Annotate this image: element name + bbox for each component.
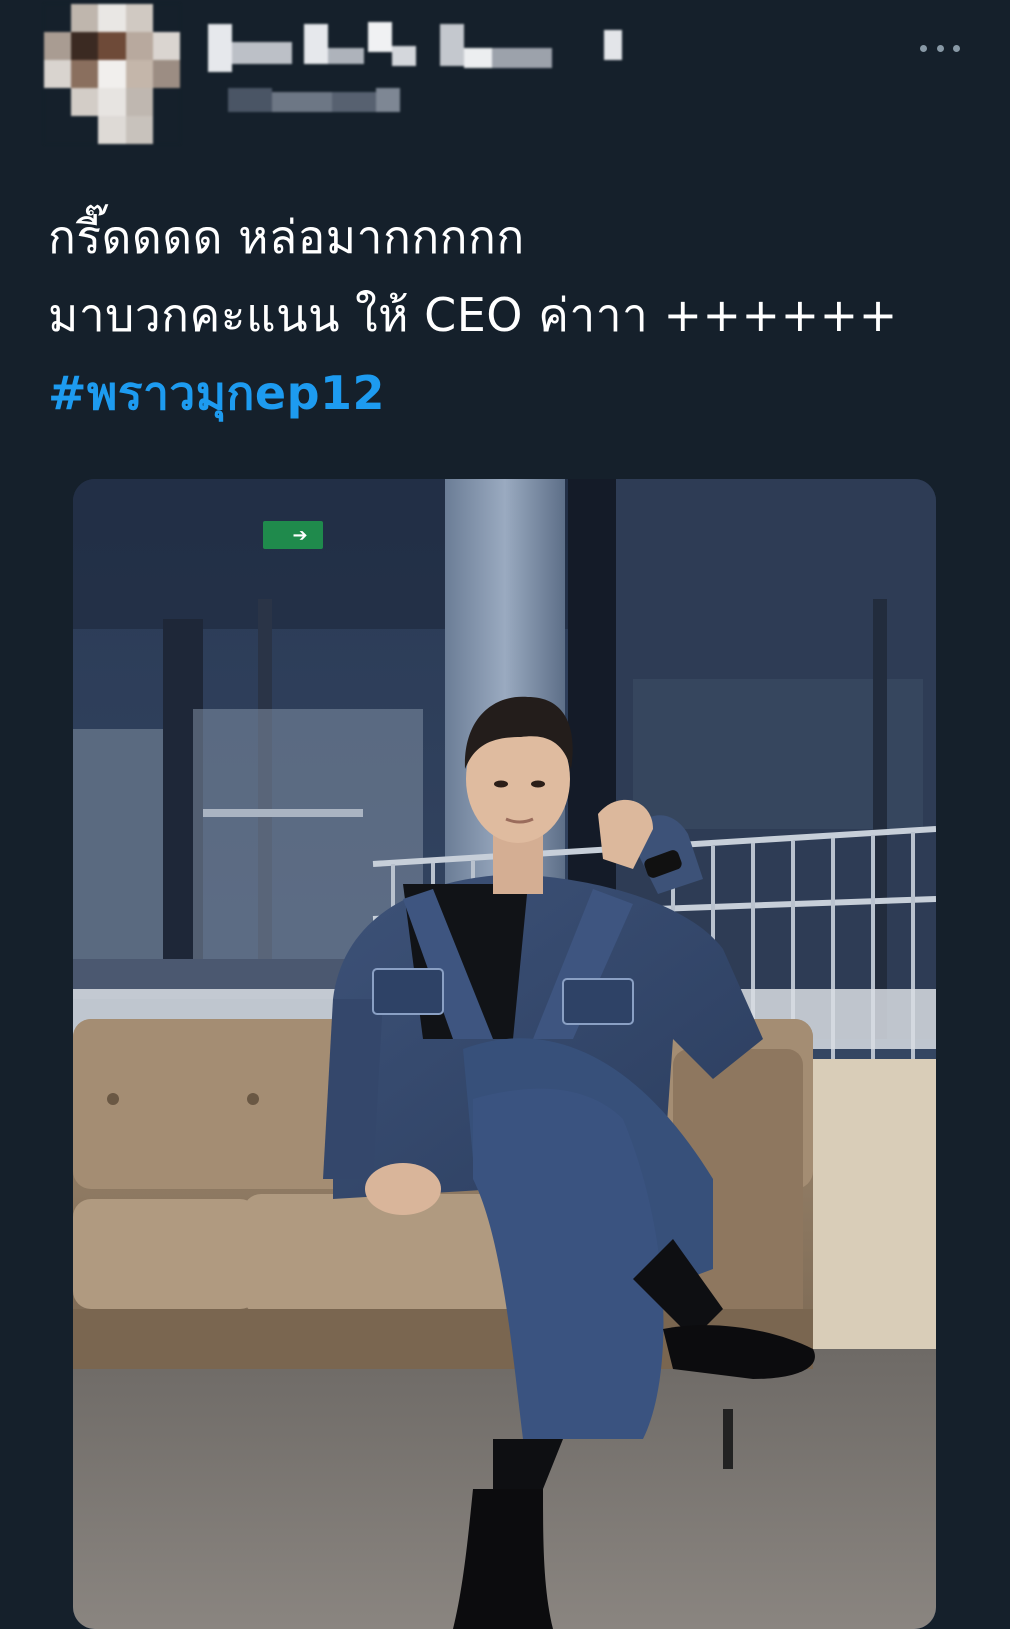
tweet-photo[interactable]: ➔ [73,479,936,1629]
tweet-text-line-2: มาบวกคะแนน ให้ CEO ค่าาา ++++++ [48,288,898,342]
display-name-redacted[interactable] [208,18,658,128]
more-horizontal-icon[interactable] [920,38,960,58]
tweet-header [0,0,1010,150]
exit-sign-arrow: ➔ [292,525,307,546]
tweet-text-line-1: กรี๊ดดดด หล่อมากกกกก [48,210,525,264]
photo-man-on-sofa: ➔ [73,479,936,1629]
avatar[interactable] [44,4,180,144]
tweet-text: กรี๊ดดดด หล่อมากกกกก มาบวกคะแนน ให้ CEO … [48,198,978,432]
hashtag-link[interactable]: #พราวมุกep12 [48,354,978,432]
